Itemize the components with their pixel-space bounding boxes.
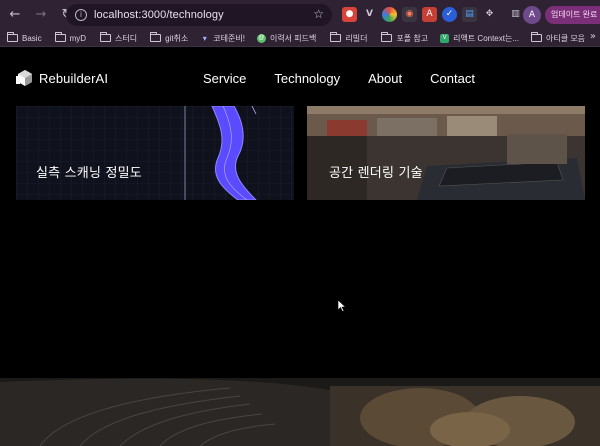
site-header: RebuilderAI Service Technology About Con… bbox=[0, 48, 600, 106]
nav-service[interactable]: Service bbox=[203, 71, 246, 86]
back-arrow-icon[interactable]: ← bbox=[6, 6, 24, 24]
extension-palette-icon[interactable]: ◉ bbox=[402, 7, 417, 22]
extension-doc-icon[interactable]: ▤ bbox=[462, 7, 477, 22]
main-nav: Service Technology About Contact bbox=[203, 71, 475, 86]
folder-icon bbox=[330, 32, 342, 42]
rebuilder-logo-icon bbox=[16, 70, 32, 86]
next-section-background bbox=[0, 378, 600, 446]
extension-a-icon[interactable]: A bbox=[422, 7, 437, 22]
page-viewport: RebuilderAI Service Technology About Con… bbox=[0, 48, 600, 446]
bookmarks-bar: Basic myD 스터디 git취소 ▾ 코테준비! @ 이력서 피드백 리빌더 … bbox=[0, 30, 600, 47]
bookmark-folder-articles[interactable]: 아티클 모음 bbox=[531, 31, 585, 45]
card-caption-rendering: 공간 렌더링 기술 bbox=[329, 166, 423, 181]
tech-card-scanning[interactable]: 실측 스캐닝 정밀도 bbox=[16, 106, 294, 200]
address-bar[interactable]: i localhost:3000/technology ☆ bbox=[66, 4, 332, 26]
extensions-row: ● V ◉ A ✓ ▤ ✥ ▥ bbox=[342, 7, 523, 23]
bookmark-folder-portfolio[interactable]: 포폴 참고 bbox=[381, 31, 428, 45]
extensions-puzzle-icon[interactable]: ✥ bbox=[482, 7, 497, 22]
bookmark-folder-basic[interactable]: Basic bbox=[7, 31, 42, 45]
nav-about[interactable]: About bbox=[368, 71, 402, 86]
react-context-favicon: V bbox=[440, 33, 450, 43]
tech-card-rendering[interactable]: 공간 렌더링 기술 bbox=[307, 106, 585, 200]
extension-color-wheel-icon[interactable] bbox=[382, 7, 397, 22]
coding-test-favicon: ▾ bbox=[202, 33, 207, 43]
profile-avatar[interactable]: A bbox=[523, 6, 541, 24]
extension-check-icon[interactable]: ✓ bbox=[442, 7, 457, 22]
site-info-icon[interactable]: i bbox=[75, 9, 87, 21]
bookmark-folder-git[interactable]: git취소 bbox=[150, 31, 188, 45]
bookmark-star-icon[interactable]: ☆ bbox=[313, 7, 324, 21]
nav-contact[interactable]: Contact bbox=[430, 71, 475, 86]
folder-icon bbox=[54, 32, 66, 42]
extension-red-icon[interactable]: ● bbox=[342, 7, 357, 22]
folder-icon bbox=[100, 32, 112, 42]
folder-icon bbox=[7, 32, 18, 42]
url-text[interactable]: localhost:3000/technology bbox=[94, 9, 224, 21]
bookmark-react-context[interactable]: V 리액트 Context는... bbox=[440, 31, 519, 45]
nav-technology[interactable]: Technology bbox=[274, 71, 340, 86]
bookmark-coding-test[interactable]: ▾ 코테준비! bbox=[200, 31, 245, 45]
scan-measurement-graphic bbox=[16, 106, 294, 200]
mouse-pointer-icon bbox=[338, 300, 346, 312]
site-logo[interactable]: RebuilderAI bbox=[16, 69, 108, 87]
resume-feedback-favicon: @ bbox=[256, 33, 266, 43]
browser-toolbar: ← → ↻ i localhost:3000/technology ☆ ● V … bbox=[0, 0, 600, 30]
bookmarks-overflow-icon[interactable]: » bbox=[590, 31, 596, 42]
bookmark-resume-feedback[interactable]: @ 이력서 피드백 bbox=[256, 31, 316, 45]
rendered-room-graphic bbox=[307, 106, 585, 200]
folder-icon bbox=[381, 32, 393, 42]
update-button[interactable]: 업데이트 완료 bbox=[545, 6, 600, 24]
folder-icon bbox=[150, 32, 162, 42]
forward-arrow-icon[interactable]: → bbox=[32, 6, 50, 24]
side-panel-icon[interactable]: ▥ bbox=[508, 7, 523, 22]
extension-v-icon[interactable]: V bbox=[362, 7, 377, 22]
bookmark-folder-study[interactable]: 스터디 bbox=[100, 31, 137, 45]
logo-text: RebuilderAI bbox=[39, 70, 109, 86]
bookmark-folder-rebuilder[interactable]: 리빌더 bbox=[330, 31, 367, 45]
bookmark-folder-myd[interactable]: myD bbox=[54, 31, 86, 45]
card-caption-scanning: 실측 스캐닝 정밀도 bbox=[36, 166, 142, 181]
book-pages-graphic bbox=[0, 378, 600, 446]
folder-icon bbox=[531, 32, 543, 42]
